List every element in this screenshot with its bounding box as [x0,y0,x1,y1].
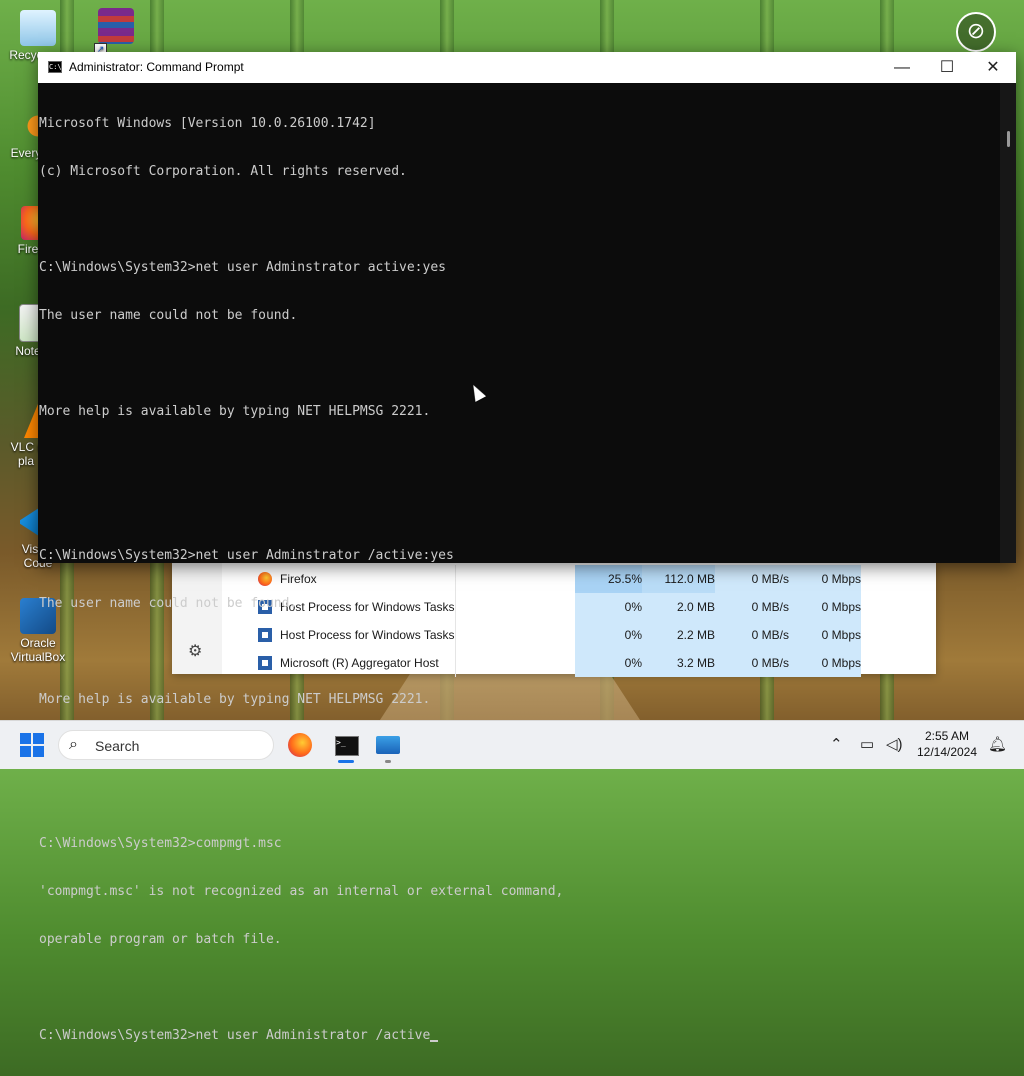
window-title: Administrator: Command Prompt [69,60,244,74]
current-command: C:\Windows\System32>net user Administrat… [39,1028,431,1043]
notification-bell-icon[interactable]: 🔔︎ [988,735,1007,753]
clock-date: 12/14/2024 [916,745,978,759]
vertical-scrollbar[interactable] [1000,83,1016,563]
console-line: 'compmgt.msc' is not recognized as an in… [39,884,564,899]
console-line: C:\Windows\System32>net user Adminstrato… [39,260,446,275]
console-line: operable program or batch file. [39,932,282,947]
active-app-indicator [338,760,354,763]
terminal-icon: >_ [335,736,359,756]
show-hidden-icons-chevron-icon[interactable]: ⌃ [830,735,843,753]
title-bar[interactable]: C:\ Administrator: Command Prompt — ☐ ✕ [38,52,1016,83]
console-line: The user name could not be found. [39,308,298,323]
task-manager-icon [376,736,400,754]
console-output[interactable]: Microsoft Windows [Version 10.0.26100.17… [38,83,1000,1043]
taskbar-search-box[interactable]: ⌕ Search [58,730,274,760]
firefox-icon [288,733,312,757]
user-account-icon[interactable]: ⊘ [956,12,996,52]
close-button[interactable]: ✕ [970,52,1016,83]
console-line: C:\Windows\System32>compmgt.msc [39,836,282,851]
text-cursor [430,1040,439,1042]
console-line: (c) Microsoft Corporation. All rights re… [39,164,407,179]
network-icon[interactable]: ▭ [860,735,874,753]
taskbar-command-prompt-button[interactable]: >_ [330,729,362,761]
taskbar-task-manager-button[interactable] [372,729,404,761]
console-line: The user name could not be found. [39,596,298,611]
minimize-button[interactable]: — [879,52,925,83]
console-line: Microsoft Windows [Version 10.0.26100.17… [39,116,376,131]
desktop-icon-winrar[interactable]: ↗ [78,8,154,56]
maximize-button[interactable]: ☐ [924,52,970,83]
console-line: More help is available by typing NET HEL… [39,692,431,707]
search-icon: ⌕ [69,736,78,753]
windows-logo-icon [20,733,31,744]
desktop-icon-label: Note [15,344,41,358]
taskbar-clock[interactable]: 2:55 AM 12/14/2024 [912,728,982,760]
running-app-indicator [385,760,391,763]
desktop-icon-label: Fire [17,242,39,256]
winrar-icon [98,8,134,44]
taskbar: ⌕ Search >_ ⌃ ▭ ◁) 2:55 AM 12/14/2024 🔔︎ [0,720,1024,769]
scrollbar-thumb[interactable] [1007,131,1010,147]
desktop-icon-label: VLC r pla [10,440,42,468]
recycle-bin-icon [20,10,56,46]
volume-icon[interactable]: ◁) [886,735,903,753]
console-input-line[interactable]: C:\Windows\System32>net user Administrat… [39,1028,1000,1044]
start-button[interactable] [20,733,44,757]
console-line: C:\Windows\System32>net user Adminstrato… [39,548,454,563]
desktop-icon-label: Every [10,146,42,160]
command-prompt-window[interactable]: C:\ Administrator: Command Prompt — ☐ ✕ … [38,52,1016,1043]
taskbar-firefox-button[interactable] [284,729,316,761]
cmd-app-icon: C:\ [48,61,62,73]
search-placeholder: Search [95,738,140,754]
console-line: More help is available by typing NET HEL… [39,404,431,419]
clock-time: 2:55 AM [924,729,970,743]
